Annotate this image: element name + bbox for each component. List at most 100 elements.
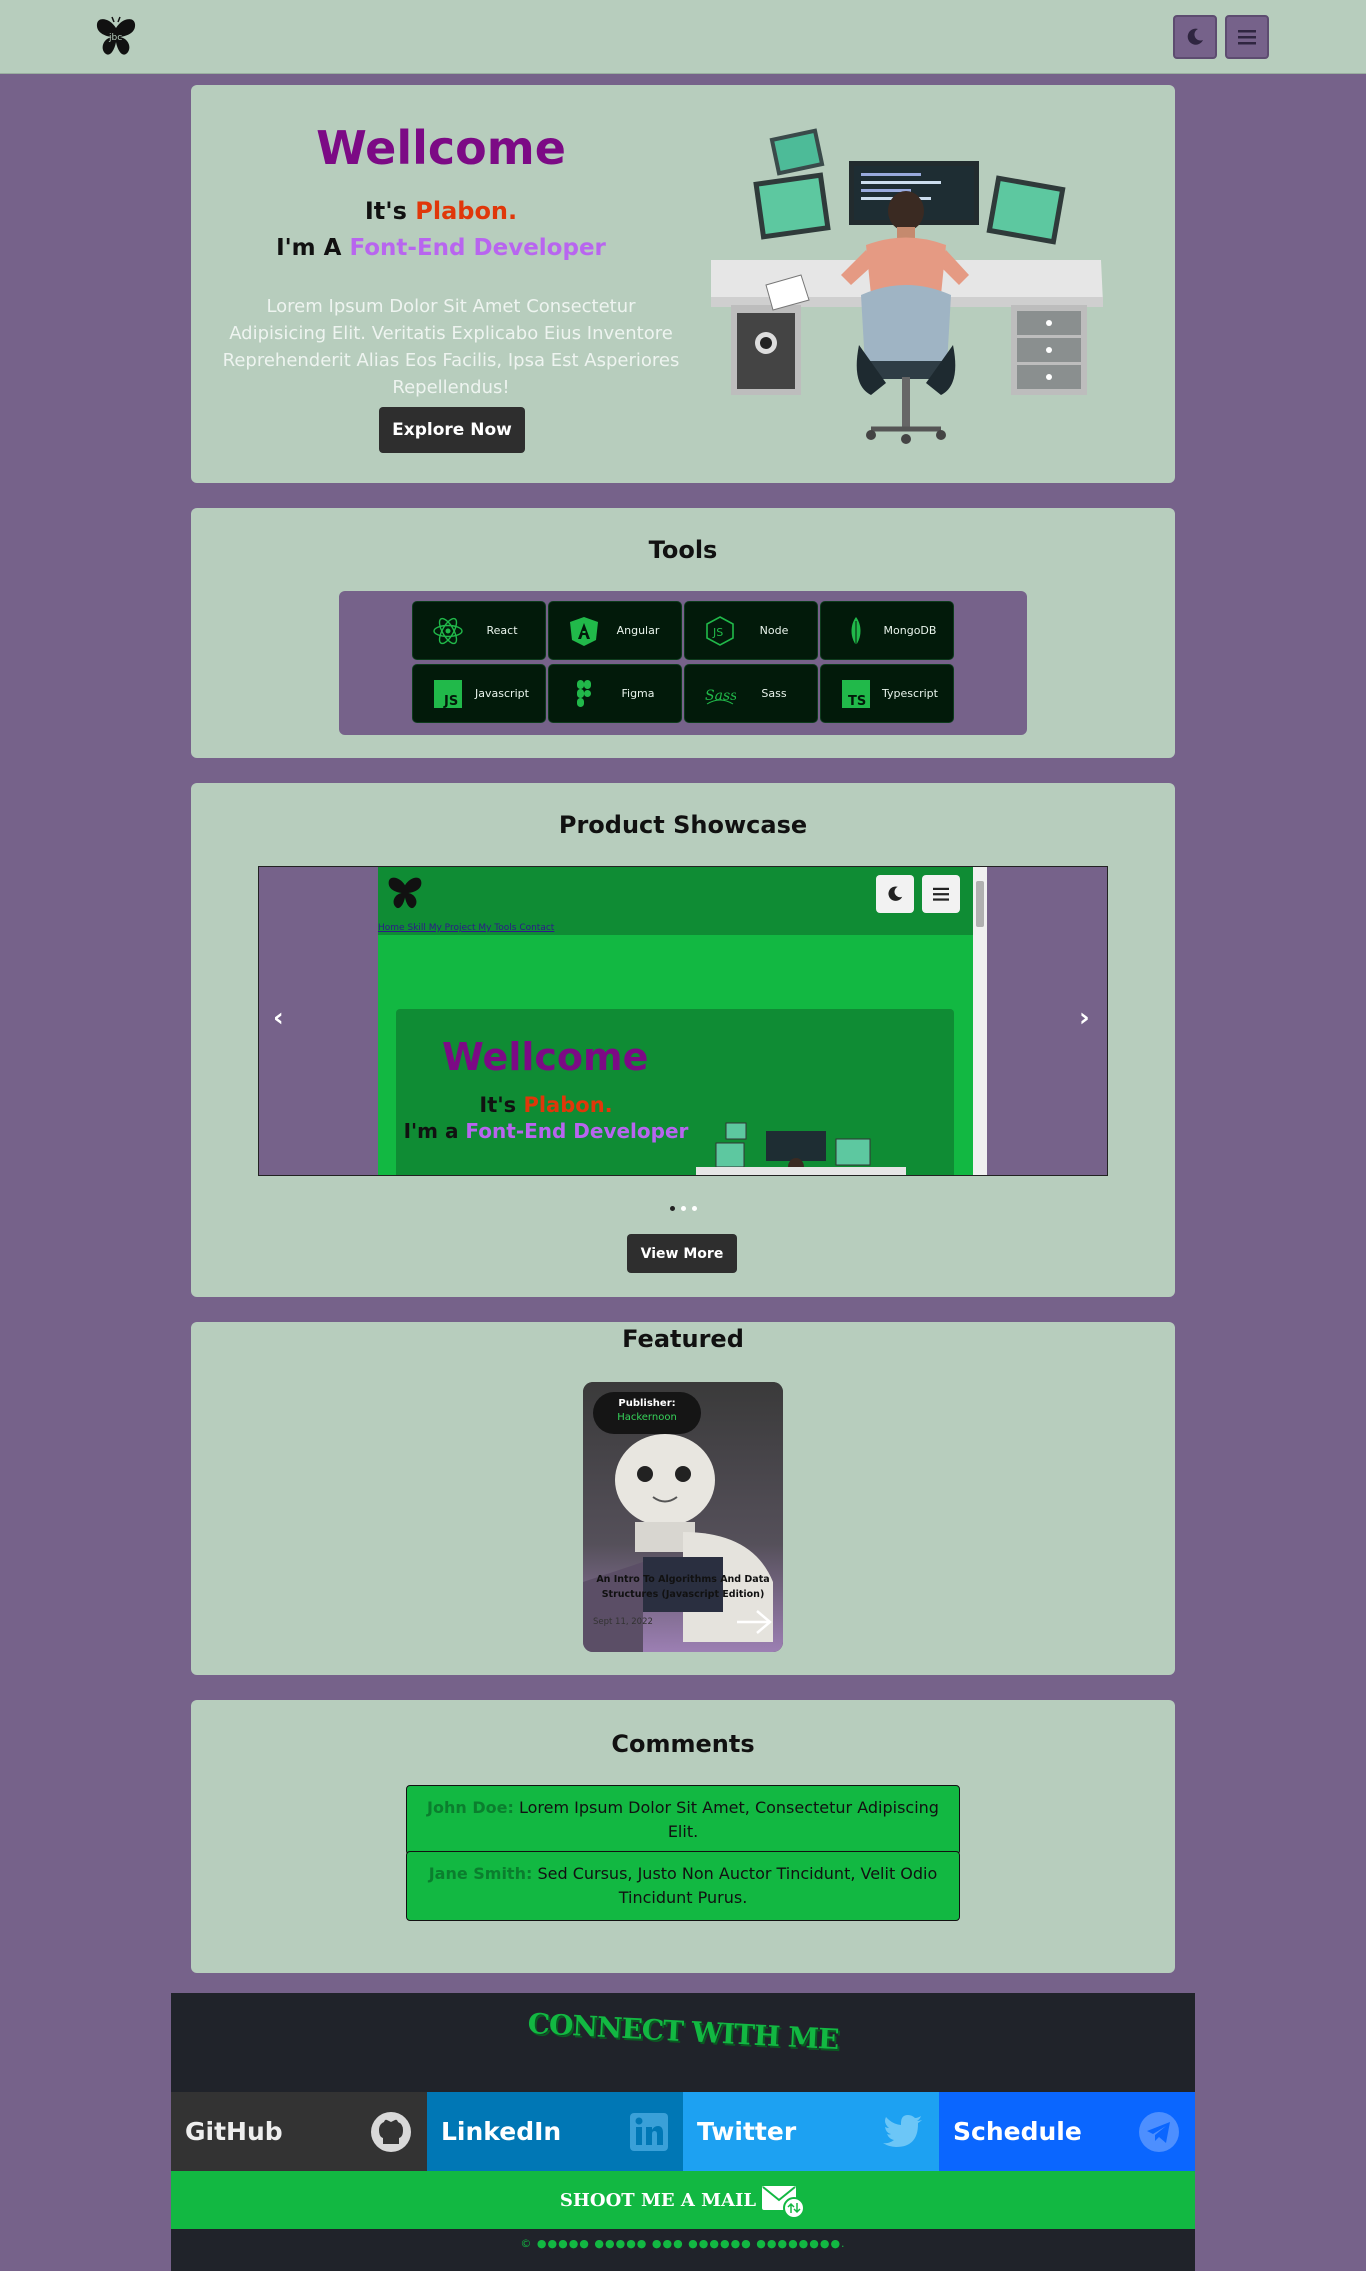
publisher-label: Publisher: (618, 1398, 676, 1409)
carousel-dot[interactable] (691, 1206, 697, 1211)
comment-author: John Doe: (427, 1798, 514, 1817)
react-icon (431, 614, 465, 648)
social-label: Twitter (697, 2117, 797, 2146)
featured-section: Featured Publisher: Hackernoon An Intro … (191, 1322, 1175, 1675)
hero-role: I'm A Font-End Developer (251, 235, 631, 261)
telegram-icon (1139, 2111, 1179, 2152)
slide-menu-button (922, 875, 960, 913)
slide-role: I'm a Font-End Developer (396, 1118, 696, 1144)
moon-icon (888, 886, 903, 901)
role-text: Font-End Developer (349, 235, 606, 261)
mail-label: SHOOT ME A MAIL (559, 2189, 757, 2211)
carousel-prev-button[interactable]: ‹ (273, 1003, 284, 1033)
publisher-name[interactable]: Hackernoon (593, 1412, 701, 1423)
article-title[interactable]: An Intro To Algorithms And Data Structur… (595, 1572, 771, 1602)
carousel-dots (191, 1196, 1175, 1215)
slide-intro-name: Plabon. (523, 1093, 613, 1117)
slide-intro: It's Plabon. (396, 1093, 696, 1117)
tool-node[interactable]: JS Node (684, 601, 818, 660)
comment-item: Jane Smith: Sed Cursus, Justo Non Auctor… (406, 1851, 960, 1921)
tool-label: React (486, 624, 518, 637)
tools-title: Tools (648, 536, 718, 564)
hero-intro: It's Plabon. (281, 197, 601, 225)
tool-sass[interactable]: Sass Sass (684, 664, 818, 723)
featured-title: Featured (622, 1325, 744, 1353)
connect-title: CONNECT WITH ME (526, 2006, 840, 2057)
typescript-icon: TS (839, 677, 873, 711)
tools-section: Tools React Angular JS Node MongoDB JS J… (191, 508, 1175, 758)
comment-text: Sed Cursus, Justo Non Auctor Tincidunt, … (532, 1864, 938, 1907)
hero-description: Lorem Ipsum Dolor Sit Amet Consectetur A… (222, 296, 680, 398)
tool-label: Sass (761, 687, 787, 700)
tool-mongodb[interactable]: MongoDB (820, 601, 954, 660)
twitter-icon (883, 2114, 922, 2147)
moon-icon (1187, 28, 1203, 45)
mail-icon (762, 2186, 806, 2219)
carousel-dot[interactable] (669, 1206, 675, 1211)
social-github-link[interactable]: GitHub (171, 2092, 427, 2171)
javascript-icon: JS (431, 677, 465, 711)
comment-text: Lorem Ipsum Dolor Sit Amet, Consectetur … (513, 1798, 939, 1841)
developer-at-desk-illustration (709, 125, 1111, 485)
arrow-right-icon[interactable] (735, 1608, 773, 1640)
site-footer: CONNECT WITH ME GitHub LinkedIn Twitter … (171, 1993, 1195, 2271)
slide-header: Home Skill My Project My Tools Contact (378, 867, 973, 935)
tool-label: Node (759, 624, 789, 637)
tool-label: Angular (616, 624, 660, 637)
hero-title: Wellcome (316, 121, 566, 175)
butterfly-logo-icon[interactable]: jbc (94, 16, 138, 58)
tool-angular[interactable]: Angular (548, 601, 682, 660)
tool-react[interactable]: React (412, 601, 546, 660)
tool-label: Figma (621, 687, 655, 700)
comment-author: Jane Smith: (428, 1864, 533, 1883)
carousel-next-button[interactable]: › (1079, 1003, 1090, 1033)
tools-grid: React Angular JS Node MongoDB JS Javascr… (339, 591, 1027, 735)
svg-text:Sass: Sass (705, 688, 736, 704)
svg-text:JS: JS (712, 626, 723, 639)
github-icon (371, 2111, 411, 2152)
tool-typescript[interactable]: TS Typescript (820, 664, 954, 723)
explore-now-button[interactable]: Explore Now (379, 407, 525, 453)
social-schedule-link[interactable]: Schedule (939, 2092, 1195, 2171)
site-header: jbc (0, 0, 1366, 74)
slide-scrollbar[interactable] (973, 867, 987, 1175)
view-more-button[interactable]: View More (627, 1234, 737, 1273)
featured-article-card[interactable]: Publisher: Hackernoon An Intro To Algori… (583, 1382, 783, 1652)
tool-label: MongoDB (883, 624, 937, 637)
hamburger-menu-icon (1238, 30, 1256, 45)
intro-prefix: It's (364, 197, 416, 225)
tool-label: Typescript (882, 687, 938, 700)
figma-icon (567, 677, 601, 711)
hero-section: Wellcome It's Plabon. I'm A Font-End Dev… (191, 85, 1175, 483)
carousel-dot[interactable] (680, 1206, 686, 1211)
theme-toggle-button[interactable] (1173, 15, 1217, 59)
article-date: Sept 11, 2022 (593, 1617, 653, 1627)
social-twitter-link[interactable]: Twitter (683, 2092, 939, 2171)
mongodb-icon (839, 614, 873, 648)
svg-text:TS: TS (848, 694, 866, 709)
showcase-section: Product Showcase ‹ Home Skill My Project… (191, 783, 1175, 1297)
sass-icon: Sass (703, 677, 737, 711)
slide-role-prefix: I'm a (403, 1119, 466, 1143)
developer-at-desk-illustration (696, 1122, 906, 1175)
hamburger-menu-icon (933, 887, 949, 901)
copyright-text: © ●●●●● ●●●●● ●●● ●●●●●● ●●●●●●●●. (520, 2237, 846, 2250)
comments-section: Comments John Doe: Lorem Ipsum Dolor Sit… (191, 1700, 1175, 1973)
social-label: Schedule (953, 2117, 1082, 2146)
slide-title: Wellcome (442, 1035, 649, 1079)
linkedin-icon (630, 2112, 668, 2151)
comment-item: John Doe: Lorem Ipsum Dolor Sit Amet, Co… (406, 1785, 960, 1855)
slide-theme-button (876, 875, 914, 913)
showcase-carousel: ‹ Home Skill My Project My Tools Contact… (258, 866, 1108, 1176)
tool-javascript[interactable]: JS Javascript (412, 664, 546, 723)
menu-button[interactable] (1225, 15, 1269, 59)
svg-text:jbc: jbc (108, 33, 122, 43)
social-label: LinkedIn (441, 2117, 562, 2146)
tool-figma[interactable]: Figma (548, 664, 682, 723)
carousel-slide: Home Skill My Project My Tools Contact W… (378, 867, 973, 1175)
comments-title: Comments (611, 1730, 755, 1758)
social-linkedin-link[interactable]: LinkedIn (427, 2092, 683, 2171)
publisher-badge: Publisher: Hackernoon (593, 1392, 701, 1434)
slide-intro-prefix: It's (479, 1093, 524, 1117)
shoot-mail-button[interactable]: SHOOT ME A MAIL (171, 2171, 1195, 2229)
